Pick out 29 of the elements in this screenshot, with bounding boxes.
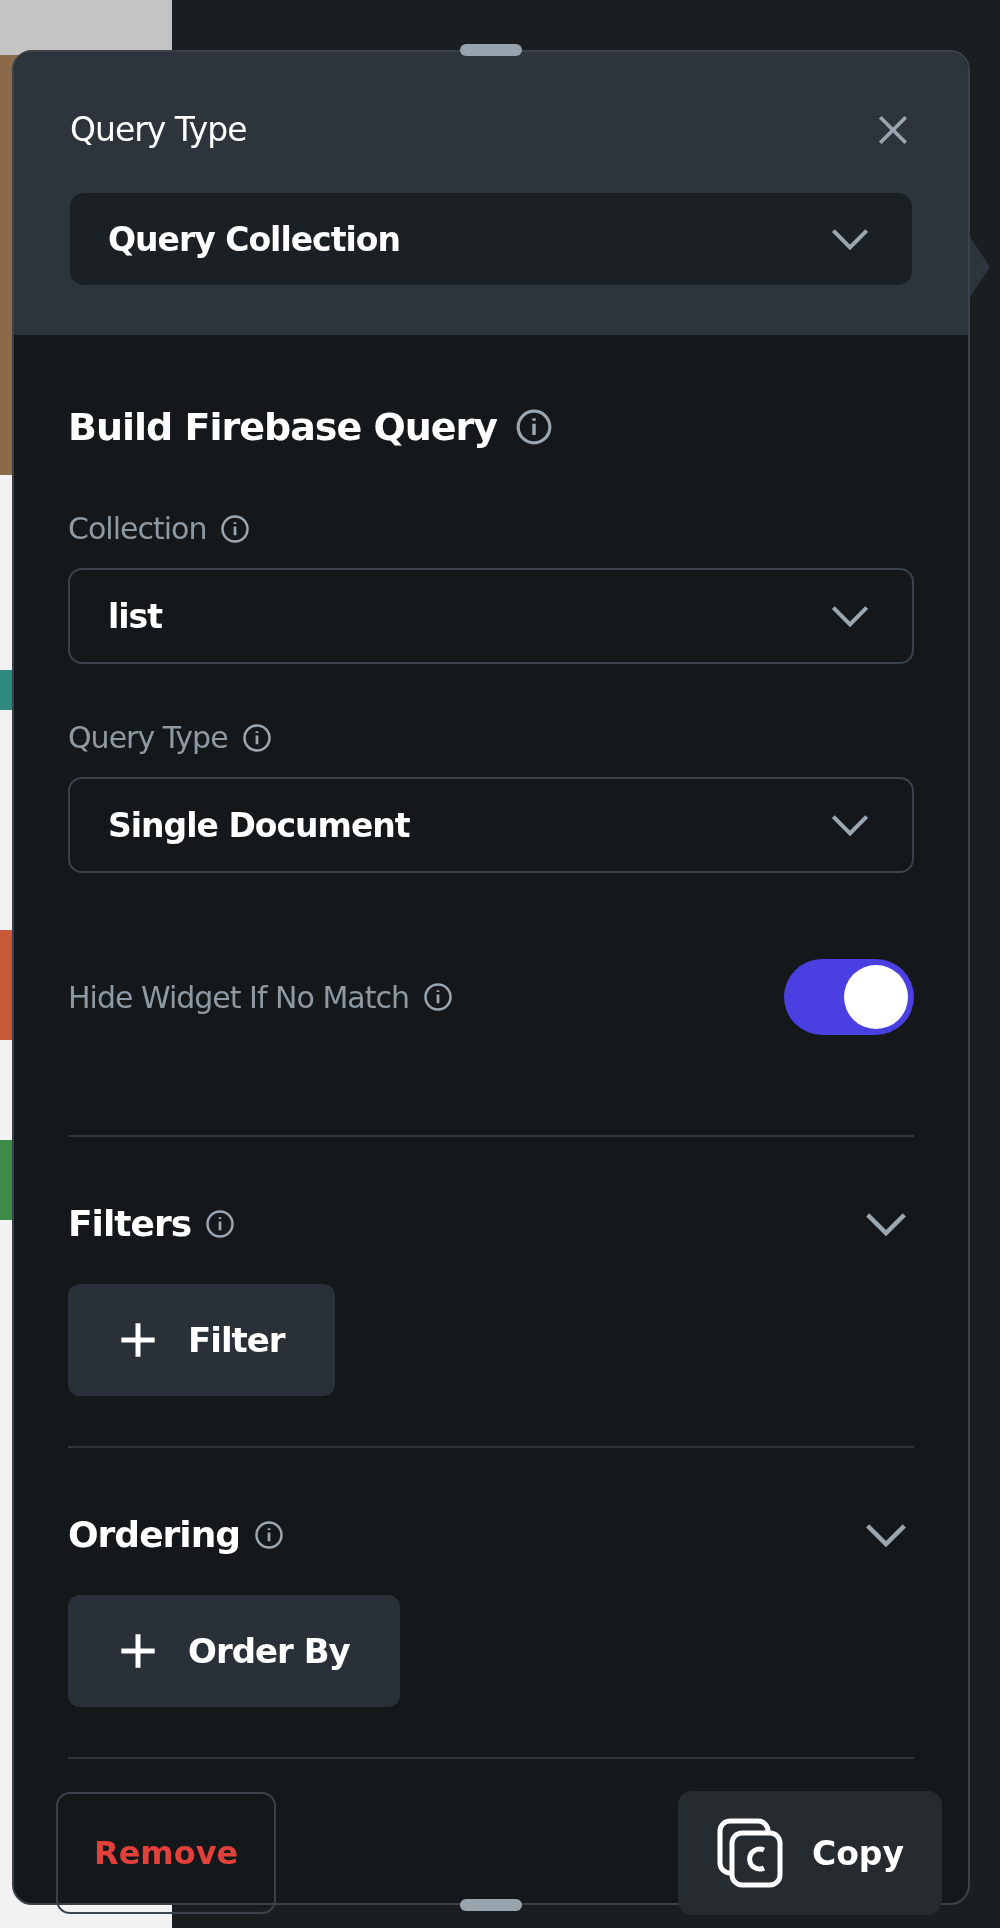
info-icon[interactable] (220, 513, 251, 544)
group-title: Filters (68, 1203, 192, 1244)
plus-icon (118, 1631, 158, 1671)
remove-button[interactable]: Remove (56, 1792, 277, 1914)
query-type-dropdown[interactable]: Query Collection (70, 193, 912, 285)
toggle-label: Hide Widget If No Match (68, 979, 409, 1015)
copy-button[interactable]: Copy (677, 1791, 942, 1915)
plus-icon (118, 1320, 158, 1360)
info-icon[interactable] (254, 1519, 285, 1550)
field-label: Collection (68, 511, 207, 546)
info-icon[interactable] (205, 1208, 236, 1239)
section-title: Build Firebase Query (68, 405, 498, 449)
add-button[interactable]: Order By (68, 1595, 400, 1707)
chevron-down-icon (830, 813, 870, 837)
info-icon[interactable] (422, 982, 453, 1012)
add-button[interactable]: Filter (68, 1284, 335, 1396)
dropdown-field[interactable]: Single Document (68, 777, 914, 873)
chevron-down-icon (830, 227, 870, 251)
drag-handle[interactable] (460, 44, 522, 56)
panel-title: Query Type (70, 110, 247, 149)
info-icon[interactable] (241, 722, 272, 753)
group-title: Ordering (68, 1514, 241, 1555)
drag-handle[interactable] (460, 1899, 522, 1911)
chevron-down-icon (830, 604, 870, 628)
copy-icon (715, 1817, 784, 1889)
popover-arrow (970, 237, 990, 297)
dropdown-field[interactable]: list (68, 568, 914, 664)
info-icon[interactable] (515, 408, 554, 446)
field-label: Query Type (68, 720, 228, 755)
